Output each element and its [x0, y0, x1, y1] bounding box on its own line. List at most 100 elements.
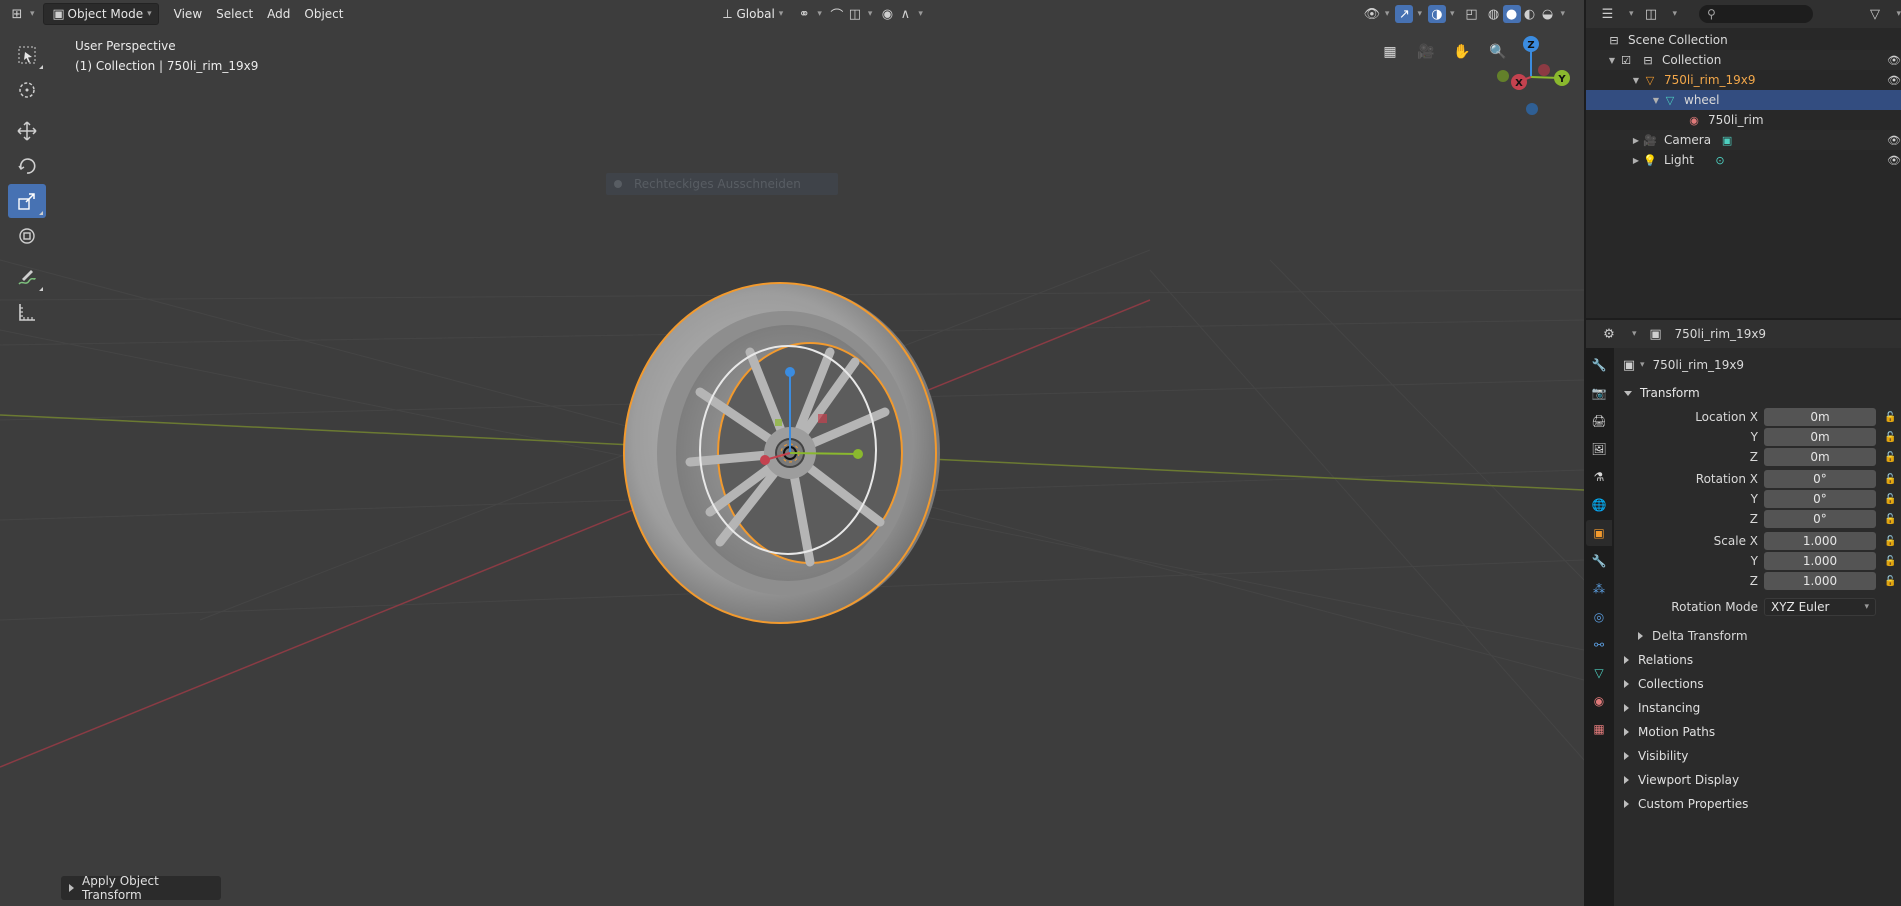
tab-particles[interactable]: ⁂ [1586, 576, 1612, 602]
lock-icon[interactable]: 🔓 [1884, 556, 1896, 567]
tab-material[interactable]: ◉ [1586, 688, 1612, 714]
menu-add[interactable]: Add [260, 3, 297, 25]
mode-selector[interactable]: ▣ Object Mode ▾ [42, 3, 159, 25]
scale-z-field[interactable]: 1.000 [1764, 572, 1876, 590]
tab-constraints[interactable]: ⚯ [1586, 632, 1612, 658]
menu-object[interactable]: Object [297, 3, 350, 25]
rendered-shading-icon[interactable]: ◒ [1539, 5, 1557, 23]
filter-icon[interactable]: ▽ [1867, 5, 1882, 23]
perspective-toggle-icon[interactable]: ▦ [1376, 38, 1404, 66]
rotation-mode-select[interactable]: XYZ Euler ▾ [1764, 598, 1876, 616]
object-name-field[interactable]: 750li_rim_19x9 [1653, 358, 1745, 372]
rotation-y-field[interactable]: 0° [1764, 490, 1876, 508]
xray-icon[interactable]: ◰ [1463, 5, 1481, 23]
last-operator-panel[interactable]: Apply Object Transform [61, 874, 221, 902]
outliner-row-wheel-mesh[interactable]: ▼ ▽ wheel [1586, 90, 1901, 110]
location-z-field[interactable]: 0m [1764, 448, 1876, 466]
rotation-x-field[interactable]: 0° [1764, 470, 1876, 488]
outliner-row-collection[interactable]: ▼ ☑ ⊟ Collection 👁 [1586, 50, 1901, 70]
panel-relations[interactable]: Relations [1614, 648, 1901, 672]
camera-view-icon[interactable]: 🎥 [1412, 38, 1440, 66]
menu-view[interactable]: View [167, 3, 209, 25]
checkbox-icon[interactable]: ☑ [1618, 52, 1634, 68]
panel-instancing[interactable]: Instancing [1614, 696, 1901, 720]
pan-hand-icon[interactable]: ✋ [1448, 38, 1476, 66]
snap-icon[interactable]: ⌒ [828, 5, 846, 24]
gizmo-toggle-icon[interactable]: ↗ [1395, 5, 1414, 23]
tab-tool[interactable]: 🔧 [1586, 352, 1612, 378]
tab-texture[interactable]: ▦ [1586, 716, 1612, 742]
editor-type-icon[interactable]: ⊞ [8, 5, 26, 23]
tool-annotate[interactable] [8, 260, 46, 294]
transform-orientation[interactable]: ⟂ Global ▾ [713, 3, 790, 25]
snap-target-icon[interactable]: ◫ [846, 5, 864, 23]
menu-select[interactable]: Select [209, 3, 260, 25]
location-x-field[interactable]: 0m [1764, 408, 1876, 426]
tab-data[interactable]: ▽ [1586, 660, 1612, 686]
tool-cursor[interactable] [8, 73, 46, 107]
panel-visibility[interactable]: Visibility [1614, 744, 1901, 768]
outliner-row-rim-object[interactable]: ▼ ▽ 750li_rim_19x9 👁 [1586, 70, 1901, 90]
lock-icon[interactable]: 🔓 [1884, 432, 1896, 443]
falloff-icon[interactable]: ∧ [896, 5, 914, 23]
eye-icon[interactable]: 👁 [1887, 74, 1901, 87]
location-y-field[interactable]: 0m [1764, 428, 1876, 446]
outliner-search-input[interactable]: ⚲ [1699, 5, 1814, 23]
tool-move[interactable] [8, 114, 46, 148]
lock-icon[interactable]: 🔓 [1884, 514, 1896, 525]
tool-select-box[interactable] [8, 38, 46, 72]
panel-custom-properties[interactable]: Custom Properties [1614, 792, 1901, 816]
material-shading-icon[interactable]: ◐ [1521, 5, 1539, 23]
scale-x-field[interactable]: 1.000 [1764, 532, 1876, 550]
outliner-row-material[interactable]: ◉ 750li_rim [1586, 110, 1901, 130]
outliner-row-scene-collection[interactable]: ⊟ Scene Collection [1586, 30, 1901, 50]
tool-transform[interactable] [8, 219, 46, 253]
tool-rotate[interactable] [8, 149, 46, 183]
lock-icon[interactable]: 🔓 [1884, 452, 1896, 463]
wheel-model[interactable] [610, 272, 950, 632]
expand-down-icon[interactable]: ▼ [1630, 76, 1642, 85]
outliner-row-camera[interactable]: ▶ 🎥 Camera ▣ 👁 [1586, 130, 1901, 150]
panel-viewport-display[interactable]: Viewport Display [1614, 768, 1901, 792]
panel-motion-paths[interactable]: Motion Paths [1614, 720, 1901, 744]
lock-icon[interactable]: 🔓 [1884, 474, 1896, 485]
rotation-z-field[interactable]: 0° [1764, 510, 1876, 528]
lock-icon[interactable]: 🔓 [1884, 536, 1896, 547]
transform-panel-header[interactable]: Transform [1614, 382, 1901, 404]
visibility-icon[interactable]: 👁 [1363, 5, 1381, 23]
lock-icon[interactable]: 🔓 [1884, 576, 1896, 587]
solid-shading-icon[interactable]: ● [1502, 5, 1521, 23]
eye-icon[interactable]: 👁 [1887, 54, 1901, 67]
proportional-edit-icon[interactable]: ◉ [878, 5, 896, 23]
tab-scene[interactable]: ⚗ [1586, 464, 1612, 490]
tab-object[interactable]: ▣ [1586, 520, 1612, 546]
outliner-editor-icon[interactable]: ☰ [1600, 5, 1615, 23]
tool-measure[interactable] [8, 295, 46, 329]
properties-editor-icon[interactable]: ⚙ [1600, 325, 1618, 343]
panel-collections[interactable]: Collections [1614, 672, 1901, 696]
eye-icon[interactable]: 👁 [1887, 134, 1901, 147]
wireframe-shading-icon[interactable]: ◍ [1485, 5, 1503, 23]
tab-world[interactable]: 🌐 [1586, 492, 1612, 518]
outliner-row-light[interactable]: ▶ 💡 Light ⊙ 👁 [1586, 150, 1901, 170]
expand-right-icon[interactable]: ▶ [1630, 156, 1642, 165]
overlay-toggle-icon[interactable]: ◑ [1427, 5, 1446, 23]
tool-scale[interactable] [8, 184, 46, 218]
navigation-gizmo[interactable]: Z Y X [1490, 30, 1584, 120]
delta-transform-header[interactable]: Delta Transform [1614, 625, 1901, 647]
tab-output[interactable]: 🖨 [1586, 408, 1612, 434]
pivot-icon[interactable]: ⚭ [795, 5, 813, 23]
eye-icon[interactable]: 👁 [1887, 154, 1901, 167]
3d-viewport[interactable]: ⊞ ▾ ▣ Object Mode ▾ View Select Add Objec… [0, 0, 1584, 906]
scale-y-field[interactable]: 1.000 [1764, 552, 1876, 570]
tab-view-layer[interactable]: 🖼 [1586, 436, 1612, 462]
display-mode-icon[interactable]: ◫ [1644, 5, 1659, 23]
expand-down-icon[interactable]: ▼ [1650, 96, 1662, 105]
lock-icon[interactable]: 🔓 [1884, 494, 1896, 505]
expand-right-icon[interactable]: ▶ [1630, 136, 1642, 145]
tab-physics[interactable]: ◎ [1586, 604, 1612, 630]
lock-icon[interactable]: 🔓 [1884, 412, 1896, 423]
tab-render[interactable]: 📷 [1586, 380, 1612, 406]
expand-down-icon[interactable]: ▼ [1606, 56, 1618, 65]
tab-modifiers[interactable]: 🔧 [1586, 548, 1612, 574]
